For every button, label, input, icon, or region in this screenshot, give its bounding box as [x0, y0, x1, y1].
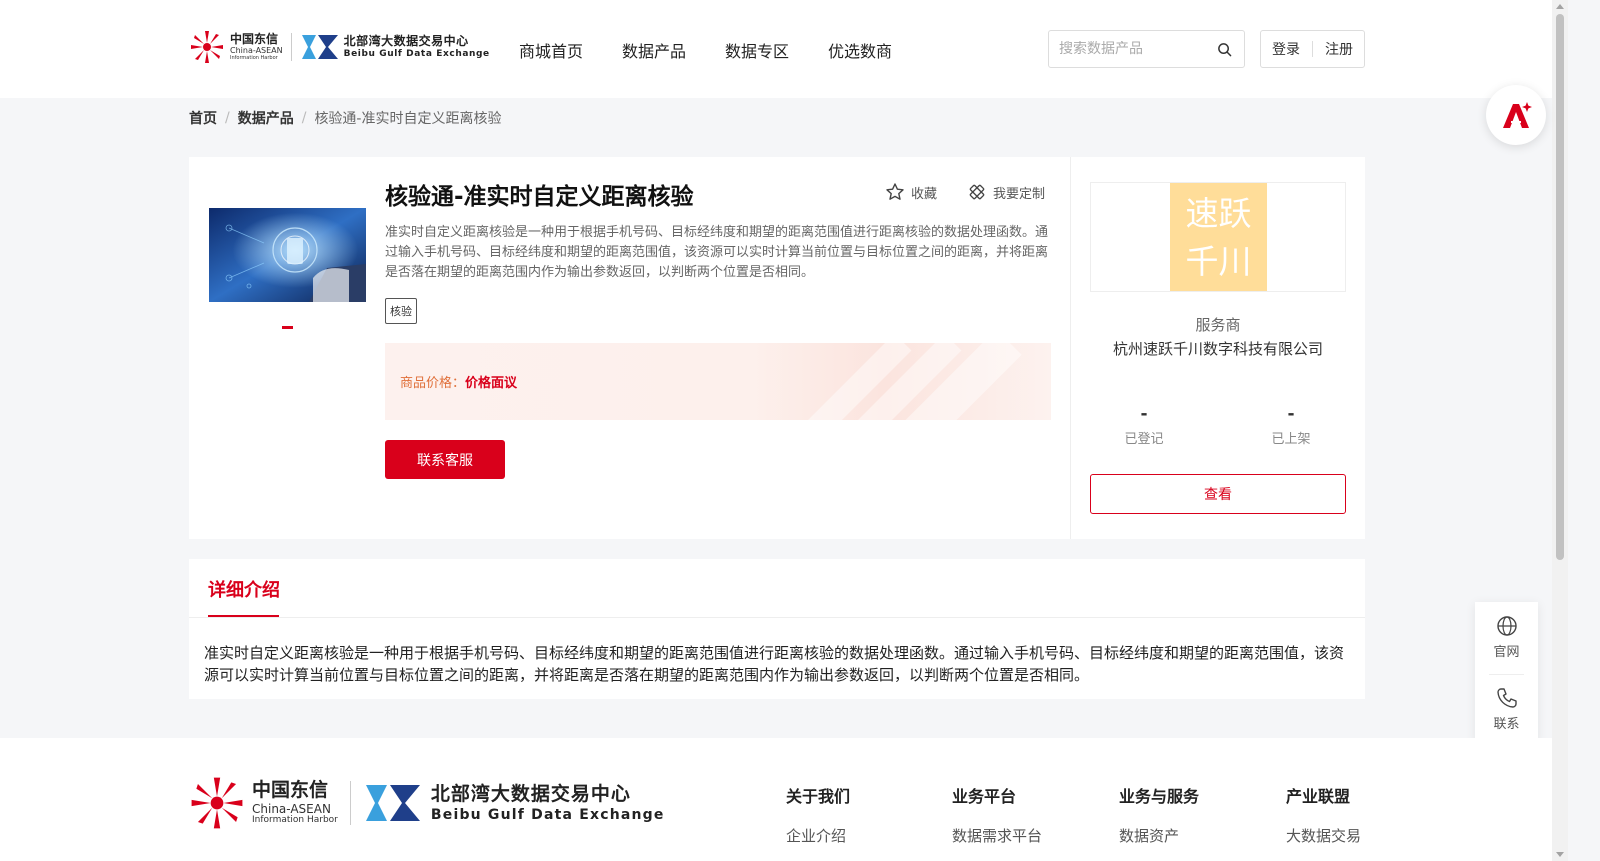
sidebar-contact-label: 联系: [1493, 717, 1520, 732]
site-header: 中国东信 China-ASEAN Information Harbor 北部湾大…: [0, 0, 1568, 98]
vendor-name[interactable]: 杭州速跃千川数字科技有限公司: [1090, 338, 1346, 359]
tab-detail-intro[interactable]: 详细介绍: [208, 576, 280, 602]
breadcrumb-products[interactable]: 数据产品: [238, 108, 294, 128]
view-vendor-button[interactable]: 查看: [1090, 474, 1346, 514]
customize-icon: [969, 184, 985, 200]
price-panel: 商品价格：价格面议: [385, 343, 1051, 420]
footer-logo-bb-title: 北部湾大数据交易中心: [430, 782, 631, 805]
scrollbar-thumb[interactable]: [1556, 14, 1564, 560]
china-asean-logo-icon: [191, 31, 223, 63]
tab-divider: [189, 617, 1365, 618]
site-footer: 中国东信 China-ASEAN Information Harbor 北部湾大…: [0, 738, 1568, 861]
product-tag: 核验: [385, 298, 417, 324]
vendor-logo-text-1: 速跃: [1185, 194, 1252, 233]
footer-col-heading: 业务平台: [952, 787, 1017, 806]
nav-mall-home[interactable]: 商城首页: [519, 38, 583, 62]
nav-data-zone[interactable]: 数据专区: [725, 38, 789, 62]
footer-link[interactable]: 数据需求平台: [952, 825, 1042, 846]
nav-preferred-vendors[interactable]: 优选数商: [828, 38, 892, 62]
sidebar-website[interactable]: 官网: [1475, 615, 1538, 660]
footer-col-heading: 业务与服务: [1119, 787, 1200, 806]
footer-logo-divider: [349, 781, 351, 825]
page-scrollbar[interactable]: [1552, 0, 1568, 861]
sidebar-contact[interactable]: 联系: [1475, 687, 1538, 732]
footer-col-about: 关于我们 企业介绍: [786, 783, 850, 846]
registered-label: 已登记: [1124, 432, 1164, 447]
logo-cn-title: 中国东信: [230, 32, 279, 46]
login-link[interactable]: 登录: [1272, 39, 1300, 59]
footer-logo-bb-sub: Beibu Gulf Data Exchange: [430, 806, 665, 823]
nav-data-products[interactable]: 数据产品: [622, 38, 686, 62]
product-actions: 收藏 我要定制: [885, 182, 1045, 202]
product-card: 核验通-准实时自定义距离核验 收藏 我要定制 准实时自定义距离核验是一种用于根据…: [189, 157, 1365, 539]
price-value: 价格面议: [465, 376, 518, 391]
footer-logo[interactable]: 中国东信 China-ASEAN Information Harbor 北部湾大…: [190, 776, 665, 830]
listed-count: -: [1287, 404, 1295, 424]
customize-button[interactable]: 我要定制: [967, 182, 1045, 202]
search-icon[interactable]: [1217, 42, 1232, 57]
auth-box: 登录 注册: [1260, 30, 1365, 68]
footer-col-heading: 关于我们: [786, 787, 851, 806]
logo-divider: [290, 33, 292, 61]
floating-sidebar: 官网 联系: [1475, 602, 1538, 743]
main-nav: 商城首页 数据产品 数据专区 优选数商: [519, 38, 892, 62]
ai-assistant-button[interactable]: [1486, 85, 1546, 145]
product-thumbnail[interactable]: [209, 208, 366, 302]
vendor-role: 服务商: [1195, 316, 1241, 334]
beibu-gulf-logo-icon: [365, 785, 420, 821]
listed-stat: - 已上架: [1231, 404, 1351, 447]
registered-count: -: [1140, 404, 1148, 424]
price-text: 商品价格：价格面议: [400, 372, 517, 391]
logo-bb-title: 北部湾大数据交易中心: [343, 34, 469, 48]
footer-link[interactable]: 大数据交易: [1286, 825, 1361, 846]
breadcrumb: 首页 / 数据产品 / 核验通-准实时自定义距离核验: [189, 108, 502, 128]
footer-col-heading: 产业联盟: [1286, 787, 1351, 806]
register-link[interactable]: 注册: [1325, 39, 1353, 59]
footer-logo-cn-sub2: Information Harbor: [252, 815, 338, 825]
star-icon: [886, 183, 904, 200]
footer-link[interactable]: 企业介绍: [786, 825, 850, 846]
sidebar-website-label: 官网: [1493, 645, 1520, 660]
logo-bb-sub: Beibu Gulf Data Exchange: [343, 49, 490, 59]
carousel-indicator[interactable]: [282, 326, 293, 329]
detail-body: 准实时自定义距离核验是一种用于根据手机号码、目标经纬度和期望的距离范围值进行距离…: [204, 644, 1345, 684]
footer-col-services: 业务与服务 数据资产: [1119, 783, 1199, 846]
site-logo[interactable]: 中国东信 China-ASEAN Information Harbor 北部湾大…: [190, 30, 490, 64]
vendor-logo-text-2: 千川: [1185, 242, 1252, 281]
scroll-down-arrow-icon[interactable]: [1556, 852, 1564, 857]
footer-link[interactable]: 数据资产: [1119, 825, 1199, 846]
price-label: 商品价格：: [400, 376, 466, 391]
ai-assistant-icon: [1503, 102, 1532, 128]
scroll-up-arrow-icon[interactable]: [1556, 4, 1564, 9]
china-asean-logo-icon: [191, 777, 243, 829]
footer-col-alliance: 产业联盟 大数据交易: [1286, 783, 1361, 846]
favorite-label: 收藏: [911, 186, 938, 202]
globe-icon: [1496, 616, 1517, 636]
auth-divider: [1312, 41, 1313, 57]
detail-section: 详细介绍 准实时自定义距离核验是一种用于根据手机号码、目标经纬度和期望的距离范围…: [189, 559, 1365, 699]
logo-cn-sub2: Information Harbor: [230, 55, 278, 61]
beibu-gulf-logo-icon: [301, 35, 338, 59]
registered-stat: - 已登记: [1084, 404, 1204, 447]
listed-label: 已上架: [1271, 432, 1311, 447]
product-description: 准实时自定义距离核验是一种用于根据手机号码、目标经纬度和期望的距离范围值进行距离…: [385, 225, 1049, 280]
footer-col-platform: 业务平台 数据需求平台: [952, 783, 1042, 846]
breadcrumb-home[interactable]: 首页: [189, 108, 217, 128]
breadcrumb-current: 核验通-准实时自定义距离核验: [314, 111, 502, 127]
footer-logo-cn-title: 中国东信: [252, 779, 329, 801]
footer-logo-cn-sub: China-ASEAN: [252, 802, 331, 816]
customize-label: 我要定制: [993, 186, 1046, 202]
contact-support-button[interactable]: 联系客服: [385, 440, 505, 479]
vendor-logo[interactable]: 速跃 千川: [1090, 182, 1346, 292]
search-input[interactable]: [1059, 41, 1209, 57]
logo-cn-sub: China-ASEAN: [230, 46, 283, 55]
card-divider: [1070, 157, 1071, 539]
phone-icon: [1496, 688, 1517, 708]
product-title: 核验通-准实时自定义距离核验: [385, 184, 694, 210]
favorite-button[interactable]: 收藏: [885, 182, 937, 202]
search-box: [1048, 30, 1245, 68]
